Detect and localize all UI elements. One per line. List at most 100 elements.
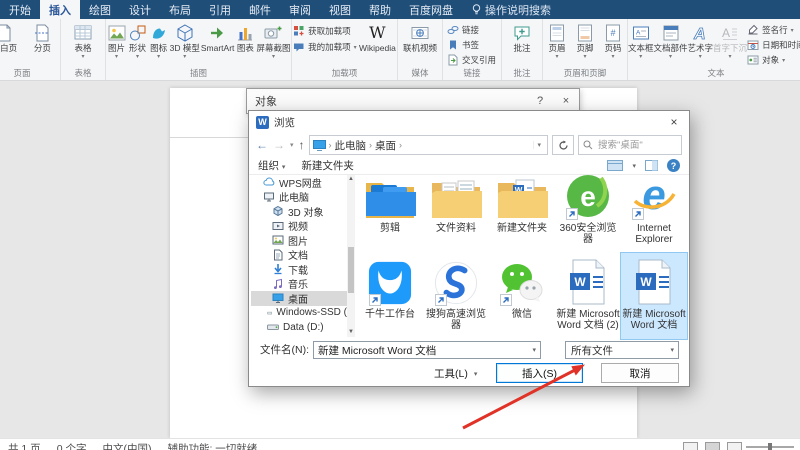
drop-cap-button[interactable]: A 首字下沉 ▾ xyxy=(713,20,747,60)
breadcrumb-this-pc[interactable]: 此电脑 xyxy=(335,138,367,153)
zoom-slider[interactable] xyxy=(746,446,794,448)
sidebar-item-downloads[interactable]: 下载 xyxy=(251,262,347,277)
tab-draw[interactable]: 绘图 xyxy=(80,0,120,19)
file-tile-clips-folder[interactable]: 剪辑 xyxy=(357,167,423,253)
filename-input[interactable] xyxy=(314,344,532,356)
web-layout-button[interactable] xyxy=(727,442,742,450)
dialog-close-button[interactable]: × xyxy=(553,95,579,107)
shapes-button[interactable]: 形状 ▾ xyxy=(128,20,148,60)
blank-page-icon xyxy=(0,22,14,44)
wikipedia-button[interactable]: W Wikipedia xyxy=(359,20,396,54)
address-dropdown-icon[interactable]: ▾ xyxy=(533,141,544,149)
read-mode-button[interactable] xyxy=(683,442,698,450)
sidebar-item-documents[interactable]: 文档 xyxy=(251,248,347,263)
tools-button[interactable]: 工具(L) ▾ xyxy=(434,366,477,381)
tell-me-search[interactable]: 操作说明搜索 xyxy=(462,0,561,19)
shortcut-arrow-icon xyxy=(435,294,447,306)
tab-help[interactable]: 帮助 xyxy=(360,0,400,19)
tab-mailings[interactable]: 邮件 xyxy=(240,0,280,19)
status-language[interactable]: 中文(中国) xyxy=(102,441,151,450)
sidebar-item-wps-cloud[interactable]: WPS网盘 xyxy=(251,175,347,190)
filetype-select[interactable]: 所有文件 ▾ xyxy=(565,341,679,359)
object-button[interactable]: 对象 ▾ xyxy=(747,54,800,66)
tab-layout[interactable]: 布局 xyxy=(160,0,200,19)
wordart-button[interactable]: A 艺术字 ▾ xyxy=(688,20,714,60)
signature-line-button[interactable]: 签名行 ▾ xyxy=(747,24,800,36)
print-layout-button[interactable] xyxy=(705,442,720,450)
refresh-button[interactable] xyxy=(552,135,574,155)
get-addins-button[interactable]: 获取加载项 xyxy=(293,25,357,37)
sidebar-item-desktop[interactable]: 桌面 xyxy=(251,291,347,306)
file-tile-360-browser[interactable]: e 360安全浏览器 xyxy=(555,167,621,253)
blank-page-button[interactable]: 空白页 xyxy=(0,20,17,54)
bookmark-button[interactable]: 书签 xyxy=(447,39,496,51)
insert-button[interactable]: 插入(S) xyxy=(496,363,583,383)
up-button[interactable]: ↑ xyxy=(299,138,305,152)
file-tile-qianniu[interactable]: 千牛工作台 xyxy=(357,253,423,339)
scroll-down-icon[interactable]: ▼ xyxy=(347,328,355,337)
date-time-button[interactable]: 日期和时间 xyxy=(747,39,800,51)
cross-reference-button[interactable]: 交叉引用 xyxy=(447,54,496,66)
tab-baidu-netdisk[interactable]: 百度网盘 xyxy=(400,0,462,19)
filename-dropdown-icon[interactable]: ▾ xyxy=(532,346,540,354)
tab-design[interactable]: 设计 xyxy=(120,0,160,19)
chart-button[interactable]: 图表 xyxy=(235,20,255,54)
file-tile-new-folder[interactable]: W 新建文件夹 xyxy=(489,167,555,253)
cancel-button[interactable]: 取消 xyxy=(601,363,679,383)
sidebar-item-windows-ssd[interactable]: Windows-SSD ( xyxy=(251,306,347,321)
file-tile-word-doc-selected[interactable]: W 新建 Microsoft Word 文档 xyxy=(621,253,687,339)
tab-insert[interactable]: 插入 xyxy=(40,0,80,19)
comment-button[interactable]: 批注 xyxy=(512,20,532,54)
my-addins-button[interactable]: 我的加载项 ▾ xyxy=(293,41,357,53)
tab-home[interactable]: 开始 xyxy=(0,0,40,19)
dialog-help-button[interactable]: ? xyxy=(527,95,553,107)
search-input[interactable] xyxy=(596,139,670,152)
status-page-count[interactable]: 共 1 页 xyxy=(8,441,41,450)
online-video-button[interactable]: 联机视频 xyxy=(403,20,437,54)
quick-parts-button[interactable]: 文档部件 ▾ xyxy=(654,20,688,60)
smartart-button[interactable]: SmartArt xyxy=(201,20,235,54)
header-button[interactable]: 页眉 ▾ xyxy=(548,20,566,60)
tab-view[interactable]: 视图 xyxy=(320,0,360,19)
file-tile-internet-explorer[interactable]: e Internet Explorer xyxy=(621,167,687,253)
browse-close-button[interactable]: × xyxy=(659,111,689,133)
screenshot-button[interactable]: 屏幕截图 ▾ xyxy=(256,20,290,60)
file-tile-wechat[interactable]: 微信 xyxy=(489,253,555,339)
page-break-button[interactable]: 分页 xyxy=(32,20,52,54)
scrollbar-thumb[interactable] xyxy=(348,247,354,293)
status-word-count[interactable]: 0 个字 xyxy=(57,441,87,450)
zoom-slider-knob[interactable] xyxy=(768,443,772,450)
file-tile-documents-folder[interactable]: 文件资料 xyxy=(423,167,489,253)
tab-references[interactable]: 引用 xyxy=(200,0,240,19)
sidebar-item-this-pc[interactable]: 此电脑 xyxy=(251,190,347,205)
file-tile-word-doc-2[interactable]: W 新建 Microsoft Word 文档 (2) xyxy=(555,253,621,339)
link-button[interactable]: 链接 xyxy=(447,24,496,36)
search-box[interactable] xyxy=(578,135,682,155)
address-input[interactable]: › 此电脑 › 桌面 › ▾ xyxy=(309,135,548,155)
page-number-button[interactable]: # 页码 ▾ xyxy=(604,20,622,60)
sidebar-item-music[interactable]: 音乐 xyxy=(251,277,347,292)
sidebar-item-3d-objects[interactable]: 3D 对象 xyxy=(251,204,347,219)
back-button[interactable]: ← xyxy=(256,138,268,152)
sidebar-item-data-d[interactable]: Data (D:) xyxy=(251,320,347,335)
text-box-button[interactable]: A 文本框 ▾ xyxy=(628,20,654,60)
computer-icon xyxy=(263,191,275,203)
icons-button[interactable]: 图标 ▾ xyxy=(149,20,169,60)
file-tile-sogou-browser[interactable]: 搜狗高速浏览器 xyxy=(423,253,489,339)
sidebar-scrollbar[interactable]: ▲ ▼ xyxy=(347,175,355,337)
pictures-button[interactable]: 图片 ▾ xyxy=(107,20,127,60)
scroll-up-icon[interactable]: ▲ xyxy=(347,175,355,184)
sidebar-item-videos[interactable]: 视频 xyxy=(251,219,347,234)
new-folder-button[interactable]: 新建文件夹 xyxy=(301,158,354,173)
history-dropdown-icon[interactable]: ▾ xyxy=(290,141,294,149)
3d-models-button[interactable]: 3D 模型 ▾ xyxy=(170,20,200,60)
footer-button[interactable]: 页脚 ▾ xyxy=(576,20,594,60)
organize-button[interactable]: 组织 ▾ xyxy=(258,158,285,173)
breadcrumb-desktop[interactable]: 桌面 xyxy=(375,138,396,153)
filename-row: 文件名(N): ▾ 所有文件 ▾ xyxy=(249,340,689,359)
forward-button[interactable]: → xyxy=(273,138,285,152)
tab-review[interactable]: 审阅 xyxy=(280,0,320,19)
sidebar-item-pictures[interactable]: 图片 xyxy=(251,233,347,248)
status-accessibility[interactable]: 辅助功能: 一切就绪 xyxy=(167,441,257,450)
table-button[interactable]: 表格 ▾ xyxy=(73,20,93,60)
